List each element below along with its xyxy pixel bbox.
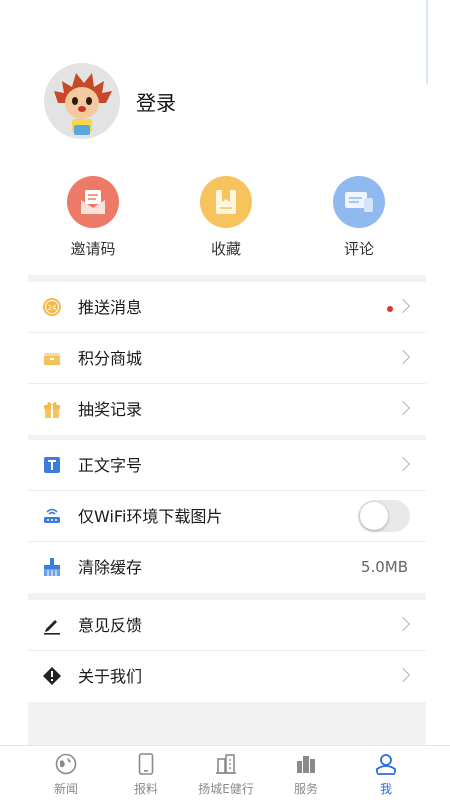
push-24-icon: 24 — [42, 297, 62, 317]
points-mall-label: 积分商城 — [78, 349, 143, 368]
bookmark-icon — [200, 176, 252, 228]
chevron-right-icon — [395, 456, 411, 472]
svg-text:24: 24 — [48, 304, 57, 312]
comments-button[interactable]: 评论 — [304, 176, 414, 259]
envelope-icon — [67, 176, 119, 228]
mascot-lion-icon — [44, 63, 120, 139]
push-messages-row[interactable]: 24 推送消息 — [28, 282, 426, 333]
feedback-row[interactable]: 意见反馈 — [28, 600, 426, 651]
quick-actions: 邀请码 收藏 评论 — [0, 176, 450, 258]
font-size-row[interactable]: 正文字号 — [28, 440, 426, 491]
tab-news-label: 新闻 — [53, 782, 78, 796]
globe-icon — [21, 752, 111, 776]
phone-icon — [101, 752, 191, 776]
profile-header[interactable]: 登录 — [44, 63, 176, 139]
toggle-knob — [360, 502, 388, 530]
invite-code-label: 邀请码 — [70, 240, 116, 258]
wifi-images-label: 仅WiFi环境下载图片 — [78, 507, 223, 526]
tab-news[interactable]: 新闻 — [21, 752, 111, 797]
clear-cache-row[interactable]: 清除缓存 5.0MB — [28, 542, 426, 593]
clear-cache-label: 清除缓存 — [78, 558, 143, 577]
cache-size-value: 5.0MB — [360, 558, 408, 576]
me-page: 登录 邀请码 收藏 评论 24 推送消息 积分商城 抽奖记录 正文字号 仅WiF… — [0, 0, 450, 800]
tab-services-label: 服务 — [293, 782, 318, 796]
settings-list: 24 推送消息 积分商城 抽奖记录 正文字号 仅WiFi环境下载图片 清除缓存 … — [28, 275, 426, 745]
tab-ehealth[interactable]: 扬城E健行 — [181, 752, 271, 797]
scroll-indicator — [426, 0, 428, 84]
wifi-images-row: 仅WiFi环境下载图片 — [28, 491, 426, 542]
chevron-right-icon — [395, 400, 411, 416]
favorites-button[interactable]: 收藏 — [171, 176, 281, 259]
about-us-row[interactable]: 关于我们 — [28, 651, 426, 702]
wifi-images-toggle[interactable] — [358, 500, 410, 532]
chevron-right-icon — [395, 298, 411, 314]
feedback-label: 意见反馈 — [78, 616, 143, 635]
comment-icon — [333, 176, 385, 228]
pencil-icon — [42, 615, 62, 635]
tab-report[interactable]: 报料 — [101, 752, 191, 797]
gift-icon — [42, 399, 62, 419]
lottery-record-label: 抽奖记录 — [78, 400, 143, 419]
router-icon — [42, 506, 62, 526]
tab-ehealth-label: 扬城E健行 — [198, 782, 254, 796]
about-us-label: 关于我们 — [78, 667, 143, 686]
menu-section-2: 正文字号 仅WiFi环境下载图片 清除缓存 5.0MB — [28, 440, 426, 593]
shop-box-icon — [42, 348, 62, 368]
buildings-icon — [181, 752, 271, 776]
tab-services[interactable]: 服务 — [261, 752, 351, 797]
bottom-tab-bar: 新闻 报料 扬城E健行 服务 我 — [0, 745, 450, 800]
tab-report-label: 报料 — [133, 782, 158, 796]
chevron-right-icon — [395, 667, 411, 683]
broom-icon — [42, 557, 62, 577]
chevron-right-icon — [395, 349, 411, 365]
user-icon — [341, 752, 431, 776]
push-messages-label: 推送消息 — [78, 298, 143, 317]
menu-section-3: 意见反馈 关于我们 — [28, 600, 426, 702]
avatar[interactable] — [44, 63, 120, 139]
tab-me-label: 我 — [379, 782, 392, 796]
lottery-record-row[interactable]: 抽奖记录 — [28, 384, 426, 435]
favorites-label: 收藏 — [210, 240, 241, 258]
tab-me[interactable]: 我 — [341, 752, 431, 797]
font-size-label: 正文字号 — [78, 456, 143, 475]
menu-section-1: 24 推送消息 积分商城 抽奖记录 — [28, 282, 426, 435]
points-mall-row[interactable]: 积分商城 — [28, 333, 426, 384]
city-icon — [261, 752, 351, 776]
chevron-right-icon — [395, 616, 411, 632]
login-label[interactable]: 登录 — [136, 87, 176, 116]
info-diamond-icon — [42, 666, 62, 686]
text-size-icon — [42, 455, 62, 475]
comments-label: 评论 — [343, 240, 374, 258]
unread-dot — [387, 306, 393, 312]
invite-code-button[interactable]: 邀请码 — [38, 176, 148, 259]
